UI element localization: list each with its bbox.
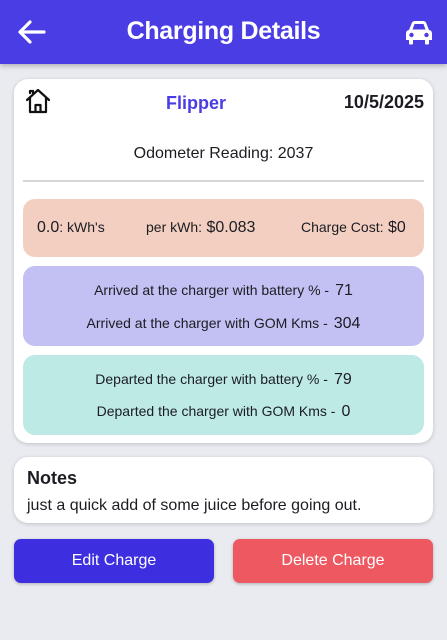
car-icon[interactable] xyxy=(403,16,435,48)
app-bar: Charging Details xyxy=(0,0,447,64)
kwh-amount: 0.0: kWh's xyxy=(37,219,105,237)
charge-details-card: Flipper 10/5/2025 Odometer Reading: 2037… xyxy=(14,79,433,443)
arrived-gom-value: 304 xyxy=(333,315,361,332)
departed-battery-value: 79 xyxy=(333,371,352,388)
charge-cost-label: Charge Cost: xyxy=(301,219,384,235)
divider xyxy=(23,180,424,182)
arrived-battery: Arrived at the charger with battery % - 7… xyxy=(23,282,424,300)
per-kwh-value: $0.083 xyxy=(206,219,256,236)
kwh-value: 0.0 xyxy=(37,219,60,236)
departed-gom-value: 0 xyxy=(341,403,351,420)
notes-heading: Notes xyxy=(27,468,78,488)
departed-gom-label: Departed the charger with GOM Kms - xyxy=(96,403,336,419)
price-per-kwh: per kWh: $0.083 xyxy=(146,219,255,237)
odometer-value: 2037 xyxy=(277,145,314,162)
departed-battery-label: Departed the charger with battery % - xyxy=(95,371,328,387)
charge-cost: Charge Cost: $0 xyxy=(301,219,406,237)
edit-charge-button[interactable]: Edit Charge xyxy=(14,539,214,583)
delete-charge-button[interactable]: Delete Charge xyxy=(233,539,433,583)
kwh-unit: : kWh's xyxy=(59,219,105,235)
charge-date: 10/5/2025 xyxy=(343,92,424,112)
per-kwh-label: per kWh: xyxy=(146,219,203,235)
page-title: Charging Details xyxy=(126,17,321,45)
notes-text: just a quick add of some juice before go… xyxy=(27,497,362,514)
notes-card: Notes just a quick add of some juice bef… xyxy=(14,457,433,523)
departed-gom: Departed the charger with GOM Kms - 0 xyxy=(23,403,424,421)
arrived-gom: Arrived at the charger with GOM Kms - 304 xyxy=(23,315,424,333)
vehicle-nickname: Flipper xyxy=(165,93,226,113)
odometer-reading: Odometer Reading: 2037 xyxy=(14,145,433,163)
departed-battery: Departed the charger with battery % - 79 xyxy=(23,371,424,389)
arrived-battery-label: Arrived at the charger with battery % - xyxy=(94,282,330,298)
arrival-info: Arrived at the charger with battery % - 7… xyxy=(23,266,424,346)
charge-cost-value: $0 xyxy=(387,219,406,236)
arrived-gom-label: Arrived at the charger with GOM Kms - xyxy=(86,315,328,331)
arrived-battery-value: 71 xyxy=(335,282,353,299)
cost-summary: 0.0: kWh's per kWh: $0.083 Charge Cost: … xyxy=(23,199,424,257)
departure-info: Departed the charger with battery % -79 … xyxy=(23,355,424,435)
odometer-label: Odometer Reading: xyxy=(133,145,274,162)
